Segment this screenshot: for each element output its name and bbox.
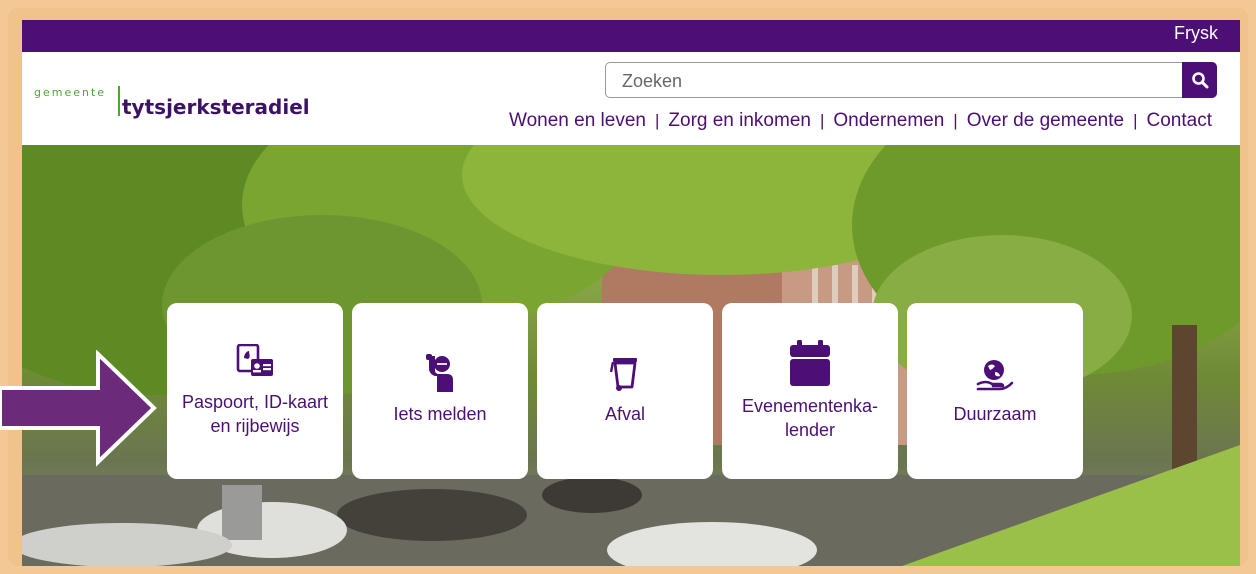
globe-hand-icon xyxy=(976,360,1014,391)
nav-item-contact[interactable]: Contact xyxy=(1147,110,1212,132)
main-navigation: Wonen en leven | Zorg en inkomen | Onder… xyxy=(509,110,1212,132)
logo-prefix: gemeente xyxy=(34,86,107,99)
website-page: Frysk gemeente tytsjerksteradiel Wonen e… xyxy=(22,20,1240,566)
nav-item-zorg[interactable]: Zorg en inkomen xyxy=(668,110,811,132)
tile-duurzaam[interactable]: Duurzaam xyxy=(907,303,1083,479)
nav-item-wonen[interactable]: Wonen en leven xyxy=(509,110,646,132)
nav-separator: | xyxy=(1133,111,1138,130)
site-header: gemeente tytsjerksteradiel Wonen en leve… xyxy=(22,52,1240,145)
passport-id-icon xyxy=(236,344,273,376)
top-bar: Frysk xyxy=(22,20,1240,52)
search-input[interactable] xyxy=(620,67,1164,95)
calendar-icon xyxy=(790,340,830,386)
nav-item-over-de-gemeente[interactable]: Over de gemeente xyxy=(967,110,1124,132)
search-icon xyxy=(1191,72,1208,89)
logo-name: tytsjerksteradiel xyxy=(122,95,310,119)
search-button[interactable] xyxy=(1182,62,1217,98)
tile-afval[interactable]: Afval xyxy=(537,303,713,479)
tile-paspoort[interactable]: Paspoort, ID-kaart en rijbewijs xyxy=(167,303,343,479)
tile-label: Paspoort, ID-kaart en rijbewijs xyxy=(181,392,329,436)
tile-label: Iets melden xyxy=(393,404,487,424)
tile-label: Afval xyxy=(604,404,646,424)
report-person-icon xyxy=(426,354,453,392)
nav-separator: | xyxy=(819,111,825,130)
tile-evenementenkalender[interactable]: Evenementenka- lender xyxy=(722,303,898,479)
tile-label: Duurzaam xyxy=(953,404,1037,424)
waste-bin-icon xyxy=(610,358,637,391)
tile-iets-melden[interactable]: Iets melden xyxy=(352,303,528,479)
tile-label: Evenementenka- lender xyxy=(741,396,879,440)
nav-item-ondernemen[interactable]: Ondernemen xyxy=(833,110,944,132)
logo-divider xyxy=(118,86,120,116)
language-link-frysk[interactable]: Frysk xyxy=(1174,23,1218,44)
nav-separator: | xyxy=(953,111,958,130)
nav-separator: | xyxy=(654,111,660,130)
quick-links: Paspoort, ID-kaart en rijbewijs Iets mel… xyxy=(167,303,1083,479)
search-box xyxy=(605,62,1217,98)
pointer-arrow-icon xyxy=(0,350,157,467)
hero-image: Paspoort, ID-kaart en rijbewijs Iets mel… xyxy=(22,145,1240,566)
